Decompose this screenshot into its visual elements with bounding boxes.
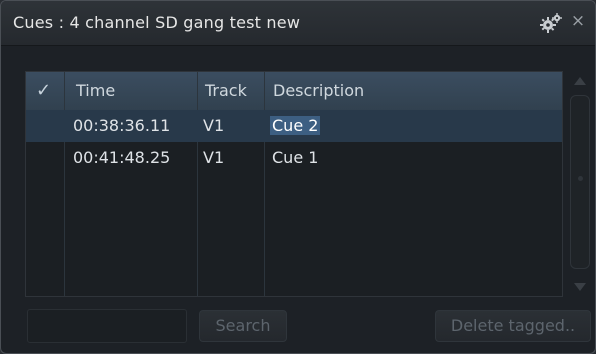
title-bar[interactable]: Cues : 4 channel SD gang test new × xyxy=(1,1,595,46)
cell-time: 00:38:36.11 xyxy=(73,116,171,135)
arrow-up-icon[interactable] xyxy=(574,77,586,85)
cell-description[interactable]: Cue 1 xyxy=(272,148,318,167)
cell-time: 00:41:48.25 xyxy=(73,148,171,167)
column-divider xyxy=(264,72,265,296)
cell-track: V1 xyxy=(203,148,225,167)
delete-tagged-button[interactable]: Delete tagged.. xyxy=(435,310,591,342)
cues-window: Cues : 4 channel SD gang test new × ✓ Ti… xyxy=(0,0,596,354)
cues-table: ✓ Time Track Description 00:38:36.11 V1 … xyxy=(25,71,563,297)
arrow-down-icon[interactable] xyxy=(574,283,586,291)
cell-description[interactable]: Cue 2 xyxy=(270,116,321,135)
vertical-scrollbar[interactable] xyxy=(568,73,592,297)
column-header-description[interactable]: Description xyxy=(273,81,364,100)
search-button[interactable]: Search xyxy=(199,310,287,342)
scroll-grip[interactable] xyxy=(578,176,583,181)
table-header: ✓ Time Track Description xyxy=(26,72,562,111)
search-input[interactable] xyxy=(27,309,187,343)
column-header-track[interactable]: Track xyxy=(205,81,247,100)
table-row[interactable]: 00:41:48.25 V1 Cue 1 xyxy=(26,142,562,174)
close-icon[interactable]: × xyxy=(569,11,587,31)
cell-track: V1 xyxy=(203,116,225,135)
check-column-header[interactable]: ✓ xyxy=(36,80,51,101)
window-title: Cues : 4 channel SD gang test new xyxy=(13,13,301,32)
scroll-track[interactable] xyxy=(570,95,590,269)
gear-icon[interactable] xyxy=(539,12,563,34)
table-row[interactable]: 00:38:36.11 V1 Cue 2 xyxy=(26,110,562,142)
column-divider xyxy=(64,72,65,296)
column-header-time[interactable]: Time xyxy=(76,81,115,100)
column-divider xyxy=(197,72,198,296)
